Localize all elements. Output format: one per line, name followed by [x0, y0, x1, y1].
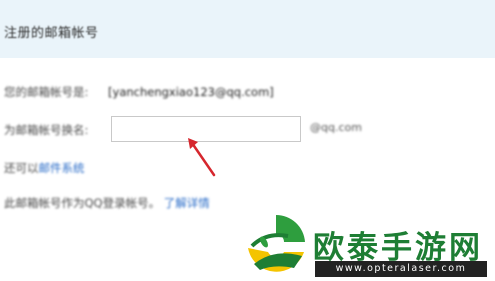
current-email-row: 您的邮箱帐号是: [yanchengxiao123@qq.com] — [4, 84, 274, 100]
email-suffix: @qq.com — [310, 121, 362, 134]
info-text: 此邮箱帐号作为QQ登录帐号。 — [4, 196, 161, 210]
help-link[interactable]: 邮件系统 — [39, 161, 85, 175]
help-row: 还可以邮件系统 — [4, 160, 85, 176]
red-arrow-annotation — [188, 138, 216, 177]
brand-logo-icon — [246, 214, 306, 274]
help-prefix: 还可以 — [4, 161, 39, 175]
info-row: 此邮箱帐号作为QQ登录帐号。 了解详情 — [4, 195, 210, 211]
header-band: 注册的邮箱帐号 — [0, 0, 495, 58]
brand-url: www.opteralaser.com — [315, 261, 487, 277]
new-email-label: 为邮箱帐号换名: — [4, 123, 89, 137]
info-link[interactable]: 了解详情 — [164, 196, 210, 210]
current-email-label: 您的邮箱帐号是: — [4, 85, 89, 99]
current-email-value: [yanchengxiao123@qq.com] — [108, 85, 274, 99]
page-title: 注册的邮箱帐号 — [4, 26, 99, 41]
